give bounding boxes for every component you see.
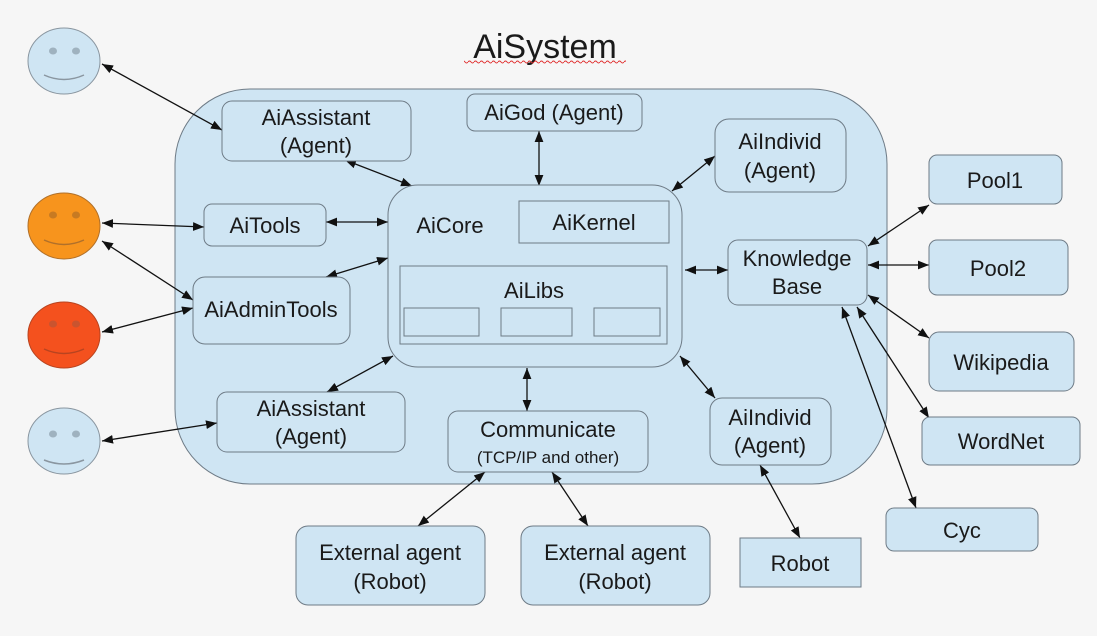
eye-icon (72, 430, 80, 438)
actor-user-2[interactable] (27, 192, 101, 260)
node-label: WordNet (958, 429, 1044, 454)
node-label: Pool2 (970, 256, 1026, 281)
node-label: Pool1 (967, 168, 1023, 193)
node-communicate[interactable]: Communicate (TCP/IP and other) (447, 410, 649, 473)
eye-icon (49, 211, 57, 219)
node-label: AiAdminTools (204, 297, 337, 322)
node-sublabel: (Robot) (353, 569, 426, 594)
node-label: Wikipedia (953, 350, 1049, 375)
edge-user1-aiassistant (101, 63, 223, 131)
node-label: Knowledge (743, 246, 852, 271)
node-ai-god[interactable]: AiGod (Agent) (466, 93, 643, 132)
eye-icon (49, 47, 57, 55)
node-label: AiIndivid (738, 129, 821, 154)
node-external-agent-2[interactable]: External agent (Robot) (520, 525, 711, 606)
node-wordnet[interactable]: WordNet (921, 416, 1081, 466)
eye-icon (72, 320, 80, 328)
lib-slot-3[interactable] (593, 307, 661, 337)
node-label: External agent (544, 540, 686, 565)
node-label: AiAssistant (257, 396, 366, 421)
node-sublabel: Base (772, 274, 822, 299)
node-label: AiGod (Agent) (484, 100, 623, 125)
node-sublabel: (Robot) (578, 569, 651, 594)
node-label: AiCore (416, 213, 483, 238)
node-ai-admin-tools[interactable]: AiAdminTools (192, 276, 351, 345)
eye-icon (72, 211, 80, 219)
lib-slot-1[interactable] (403, 307, 480, 337)
node-label: Communicate (480, 417, 616, 442)
node-label: Cyc (943, 518, 981, 543)
node-sublabel: (Agent) (280, 133, 352, 158)
node-label: Robot (771, 551, 830, 576)
actor-user-4[interactable] (27, 407, 101, 475)
node-pool2[interactable]: Pool2 (928, 239, 1069, 296)
node-cyc[interactable]: Cyc (885, 507, 1039, 552)
node-ai-assistant-bottom[interactable]: AiAssistant (Agent) (216, 391, 406, 453)
node-external-agent-1[interactable]: External agent (Robot) (295, 525, 486, 606)
node-sublabel: (Agent) (744, 158, 816, 183)
actor-user-1[interactable] (27, 27, 101, 95)
diagram-canvas: AiSystem AiAssistant (Agent) AiGod (Agen… (27, 27, 1081, 606)
node-label: AiTools (230, 213, 301, 238)
actor-user-3[interactable] (27, 301, 101, 369)
node-sublabel: (Agent) (734, 433, 806, 458)
node-pool1[interactable]: Pool1 (928, 154, 1063, 205)
node-label: AiKernel (552, 210, 635, 235)
node-sublabel: (Agent) (275, 424, 347, 449)
node-knowledge-base[interactable]: Knowledge Base (727, 239, 868, 306)
node-ai-libs[interactable]: AiLibs (399, 265, 668, 345)
node-ai-kernel[interactable]: AiKernel (518, 200, 670, 244)
node-label: AiAssistant (262, 105, 371, 130)
node-label: External agent (319, 540, 461, 565)
eye-icon (49, 320, 57, 328)
spellcheck-underline (464, 60, 626, 64)
node-sublabel: (TCP/IP and other) (477, 448, 619, 467)
node-label: AiLibs (504, 278, 564, 303)
node-wikipedia[interactable]: Wikipedia (928, 331, 1075, 392)
node-ai-core[interactable]: AiCore AiKernel AiLibs (387, 184, 683, 368)
node-ai-tools[interactable]: AiTools (203, 203, 327, 247)
eye-icon (72, 47, 80, 55)
node-ai-individ-top[interactable]: AiIndivid (Agent) (714, 118, 847, 193)
eye-icon (49, 430, 57, 438)
lib-slot-2[interactable] (500, 307, 573, 337)
node-ai-assistant-top[interactable]: AiAssistant (Agent) (221, 100, 412, 162)
node-label: AiIndivid (728, 405, 811, 430)
node-robot[interactable]: Robot (739, 537, 862, 588)
node-ai-individ-bottom[interactable]: AiIndivid (Agent) (709, 397, 832, 466)
